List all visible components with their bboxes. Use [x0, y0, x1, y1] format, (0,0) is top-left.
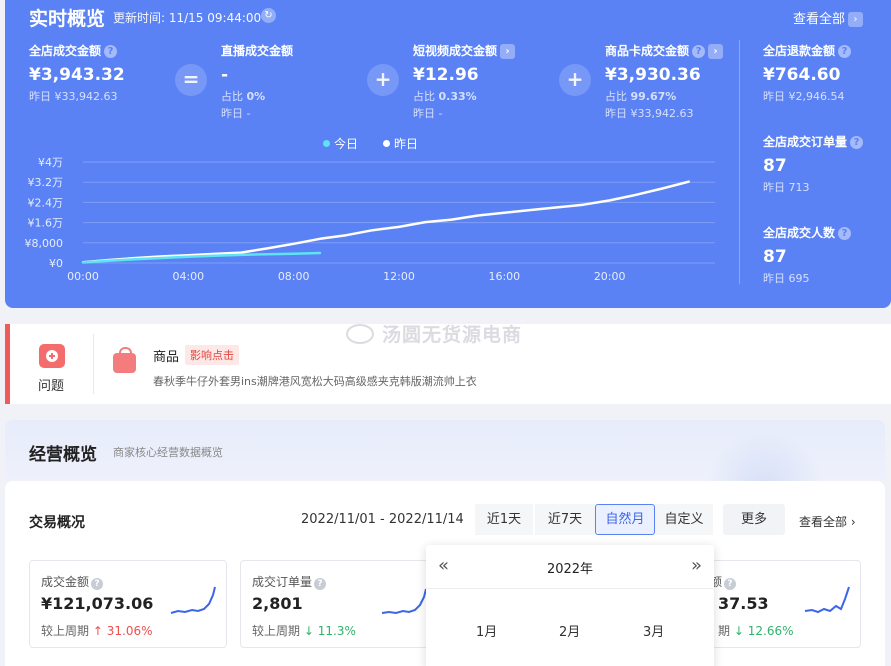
- issue-product-title[interactable]: 春秋季牛仔外套男ins潮牌港风宽松大码高级感夹克韩版潮流帅上衣: [153, 373, 477, 389]
- help-icon[interactable]: ?: [314, 578, 327, 590]
- equals-icon: =: [175, 64, 207, 96]
- metric-total-gmv: 全店成交金额? ¥3,943.32 昨日 ¥33,942.63: [29, 44, 125, 103]
- tab-7-days[interactable]: 近7天: [535, 504, 595, 535]
- x-tick-label: 20:00: [594, 270, 626, 283]
- y-tick-label: ¥0: [49, 257, 63, 270]
- y-tick-label: ¥8,000: [25, 237, 64, 250]
- business-view-all-link[interactable]: 查看全部 ›: [799, 513, 856, 530]
- metric-orders: 全店成交订单量? 87 昨日 713: [763, 133, 864, 195]
- buyers-value: 87: [763, 247, 787, 267]
- plus-icon: +: [367, 64, 399, 96]
- help-icon[interactable]: ?: [838, 227, 852, 240]
- month-mar[interactable]: 3月: [643, 621, 664, 640]
- x-tick-label: 04:00: [172, 270, 204, 283]
- business-subtitle: 商家核心经营数据概览: [113, 446, 223, 459]
- alert-bar: [5, 324, 10, 404]
- sparkline: [170, 586, 216, 614]
- divider: [93, 334, 94, 394]
- y-tick-label: ¥2.4万: [28, 196, 64, 209]
- metric-card-gmv: 商品卡成交金额? › ¥3,930.36 占比 99.67% 昨日 ¥33,942…: [605, 42, 724, 121]
- refund-value: ¥764.60: [763, 65, 841, 85]
- help-icon[interactable]: ?: [104, 45, 118, 58]
- weibo-logo-icon: [346, 324, 374, 344]
- x-tick-label: 08:00: [278, 270, 310, 283]
- realtime-view-all-link[interactable]: 查看全部 ›: [793, 8, 864, 27]
- x-tick-label: 16:00: [488, 270, 520, 283]
- month-jan[interactable]: 1月: [476, 621, 497, 640]
- y-tick-label: ¥1.6万: [28, 217, 64, 230]
- update-time: 更新时间: 11/15 09:44:00: [113, 11, 262, 25]
- y-tick-label: ¥3.2万: [28, 176, 64, 189]
- realtime-panel: 实时概览 更新时间: 11/15 09:44:00 ↻ 查看全部 › 全店成交金额…: [5, 0, 891, 308]
- transaction-title: 交易概况: [29, 515, 85, 531]
- metric-video-gmv: 短视频成交金额 › ¥12.96 占比 0.33% 昨日 -: [413, 42, 516, 121]
- first-aid-kit-icon: [39, 344, 65, 368]
- picker-year: 2022年: [546, 562, 594, 577]
- help-icon[interactable]: ?: [692, 45, 706, 58]
- chevron-right-icon[interactable]: ›: [708, 44, 724, 59]
- metric-live-gmv: 直播成交金额 - 占比 0% 昨日 -: [221, 44, 294, 120]
- more-button[interactable]: 更多: [723, 504, 785, 535]
- sparkline: [804, 586, 850, 614]
- tab-custom[interactable]: 自定义: [655, 504, 713, 535]
- realtime-line-chart[interactable]: ¥0 ¥8,000 ¥1.6万 ¥2.4万 ¥3.2万 ¥4万 00:00 04:00 08:0…: [5, 130, 735, 290]
- sparkline: [381, 588, 427, 615]
- picker-header: « 2022年 »: [426, 545, 714, 589]
- tab-natural-month[interactable]: 自然月: [595, 504, 655, 535]
- x-tick-label: 12:00: [383, 270, 415, 283]
- series-line-yesterday: [81, 180, 690, 264]
- y-tick-label: ¥4万: [38, 156, 63, 169]
- chevron-right-icon[interactable]: ›: [500, 44, 516, 59]
- business-title: 经营概览: [29, 445, 97, 465]
- tab-1-day[interactable]: 近1天: [475, 504, 533, 535]
- divider: [739, 40, 740, 284]
- video-gmv-value: ¥12.96: [413, 65, 479, 85]
- issue-label: 问题: [38, 379, 65, 394]
- metric-buyers: 全店成交人数? 87 昨日 695: [763, 224, 852, 286]
- orders-value: 87: [763, 156, 787, 176]
- month-feb[interactable]: 2月: [559, 621, 580, 640]
- total-gmv-value: ¥3,943.32: [29, 65, 125, 85]
- refresh-icon[interactable]: ↻: [261, 8, 276, 23]
- kpi-card-orders[interactable]: 成交订单量? 2,801 较上周期 ↓ 11.3%: [240, 560, 438, 648]
- live-gmv-value: -: [221, 65, 229, 85]
- realtime-title: 实时概览: [29, 8, 106, 30]
- plus-icon: +: [559, 64, 591, 96]
- kpi-card-gmv[interactable]: 成交金额? ¥121,073.06 较上周期 ↑ 31.06%: [29, 560, 227, 648]
- total-gmv-yesterday: 昨日 ¥33,942.63: [29, 90, 118, 103]
- chevron-right-icon: ›: [848, 12, 864, 27]
- date-range[interactable]: 2022/11/01 - 2022/11/14: [301, 512, 464, 527]
- shopping-bag-icon: [113, 347, 136, 373]
- month-picker-popup: « 2022年 » 1月 2月 3月: [426, 545, 714, 666]
- next-year-button[interactable]: »: [691, 555, 702, 576]
- help-icon[interactable]: ?: [91, 578, 104, 590]
- card-gmv-value: ¥3,930.36: [605, 65, 701, 85]
- chevron-right-icon: ›: [850, 515, 856, 529]
- help-icon[interactable]: ?: [838, 45, 852, 58]
- help-icon[interactable]: ?: [724, 578, 737, 590]
- x-tick-label: 00:00: [67, 270, 99, 283]
- issue-tag: 影响点击: [185, 345, 239, 365]
- metric-refund: 全店退款金额? ¥764.60 昨日 ¥2,946.54: [763, 42, 852, 104]
- watermark: 汤圆无货源电商: [346, 320, 522, 347]
- help-icon[interactable]: ?: [850, 136, 864, 149]
- issue-product-label: 商品: [153, 350, 180, 365]
